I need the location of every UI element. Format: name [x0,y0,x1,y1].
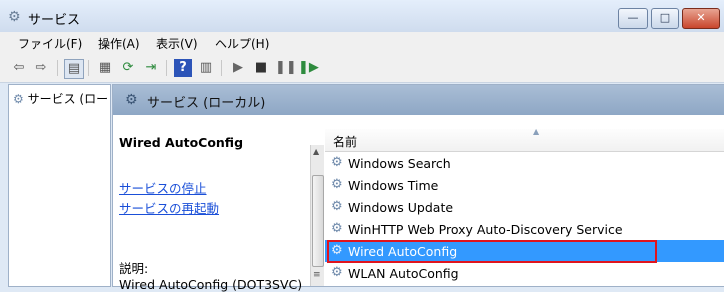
list-item-selected[interactable]: ⚙ Wired AutoConfig [325,240,724,263]
minimize-button[interactable]: — [618,8,648,29]
list-item[interactable]: ⚙ WinHTTP Web Proxy Auto-Discovery Servi… [325,218,724,240]
sort-ascending-icon: ▲ [533,127,540,136]
content-header-title: サービス (ローカル) [147,96,266,111]
selected-service-title: Wired AutoConfig [119,135,244,150]
list-item-label: Windows Time [348,178,439,193]
properties-icon[interactable]: ▦ [96,59,114,77]
gear-icon: ⚙ [125,92,138,108]
gear-icon: ⚙ [331,265,343,280]
menu-bar: ファイル(F) 操作(A) 表示(V) ヘルプ(H) [0,32,724,54]
menu-help[interactable]: ヘルプ(H) [215,35,269,52]
gear-icon: ⚙ [331,155,343,170]
export-list-icon[interactable]: ⇥ [142,59,160,77]
gear-icon: ⚙ [331,177,343,192]
list-item-label: Windows Update [348,200,454,215]
gear-icon: ⚙ [8,9,21,25]
help-icon[interactable]: ? [174,59,192,77]
scroll-up-arrow-icon[interactable]: ▲ [313,147,319,156]
title-bar: ⚙ サービス — □ ✕ [0,0,724,32]
back-arrow-icon[interactable]: ⇦ [10,59,28,77]
content-pane: ⚙ サービス (ローカル) Wired AutoConfig サービスの停止 サ… [112,84,724,292]
console-tree: ⚙ サービス (ロー [8,84,111,287]
list-item-label: WLAN AutoConfig [348,266,459,281]
stop-service-icon[interactable]: ■ [252,59,270,77]
window-title: サービス [28,13,81,28]
toolbar-separator [88,60,89,76]
toolbar: ⇦ ⇨ ▤ ▦ ⟳ ⇥ ? ▥ ▶ ■ ❚❚ ❚▶ [0,54,724,83]
action-pane-icon[interactable]: ▥ [197,59,215,77]
restart-service-link[interactable]: サービスの再起動 [119,198,219,217]
forward-arrow-icon[interactable]: ⇨ [32,59,50,77]
toolbar-separator [221,60,222,76]
start-service-icon[interactable]: ▶ [229,59,247,77]
scrollbar-thumb[interactable] [312,175,324,267]
tree-item-services[interactable]: ⚙ サービス (ロー [13,90,108,107]
close-button[interactable]: ✕ [682,8,720,29]
pause-service-icon[interactable]: ❚❚ [275,59,297,77]
list-item-label: WinHTTP Web Proxy Auto-Discovery Service [348,222,623,237]
tree-item-label: サービス (ロー [27,92,109,106]
list-item[interactable]: ⚙ WLAN AutoConfig [325,262,724,284]
restart-service-icon[interactable]: ❚▶ [298,59,319,77]
list-item-label: Windows Search [348,156,451,171]
list-item[interactable]: ⚙ Windows Search [325,152,724,174]
menu-file[interactable]: ファイル(F) [18,35,82,52]
gear-icon: ⚙ [331,199,343,214]
description-scrollbar[interactable]: ▲ ≡ [310,145,324,286]
refresh-icon[interactable]: ⟳ [119,59,137,77]
description-label: 説明: [119,261,149,276]
column-header-label: 名前 [333,135,358,149]
list-item[interactable]: ⚙ Windows Time [325,174,724,196]
menu-view[interactable]: 表示(V) [156,35,198,52]
toolbar-separator [57,60,58,76]
maximize-button[interactable]: □ [651,8,679,29]
stop-service-link[interactable]: サービスの停止 [119,178,207,197]
gear-icon: ⚙ [331,221,343,236]
highlight-annotation-box [327,240,657,263]
menu-action[interactable]: 操作(A) [98,35,140,52]
content-header: ⚙ サービス (ローカル) [113,85,724,115]
gear-icon: ⚙ [13,92,24,106]
show-hide-console-tree-icon[interactable]: ▤ [64,59,84,79]
scroll-grip-icon: ≡ [313,270,321,280]
services-list: ▲ 名前 ⚙ Windows Search ⚙ Windows Time ⚙ W… [325,127,724,286]
column-header-name[interactable]: ▲ 名前 [325,127,724,152]
list-item[interactable]: ⚙ Windows Update [325,196,724,218]
toolbar-separator [166,60,167,76]
